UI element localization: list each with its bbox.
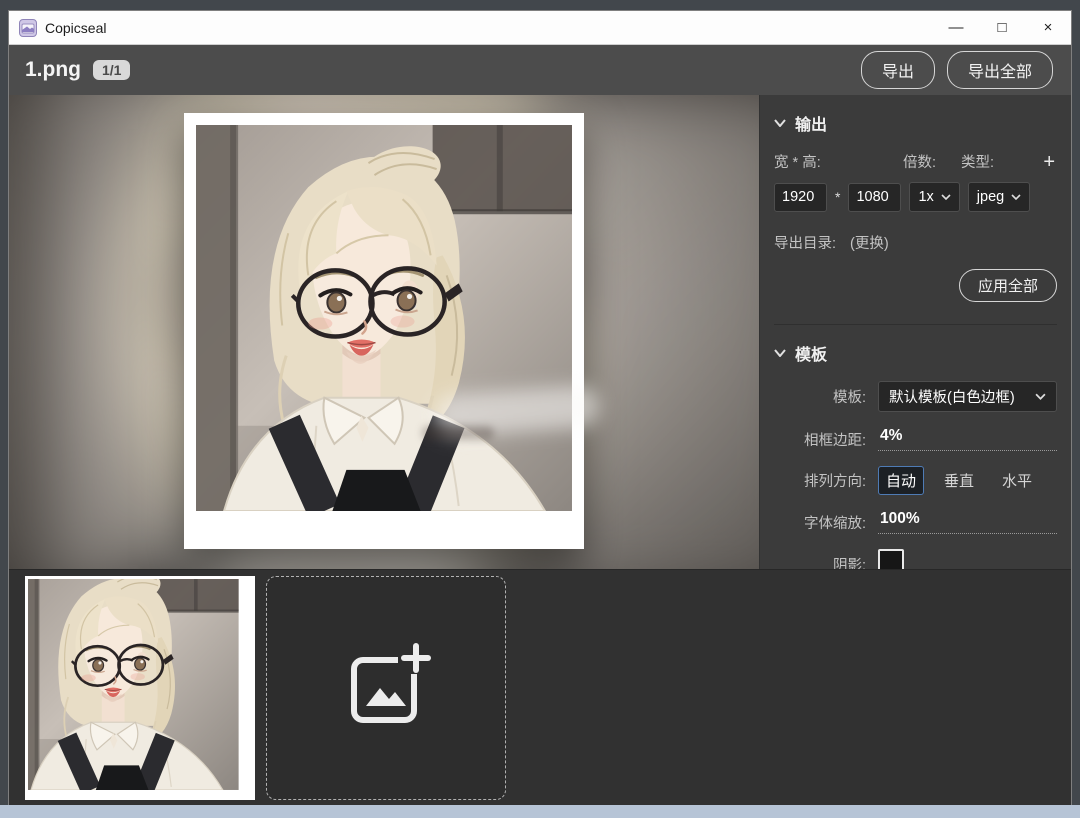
direction-option-vertical[interactable]: 垂直 bbox=[936, 466, 982, 495]
export-all-button[interactable]: 导出全部 bbox=[947, 51, 1053, 89]
thumbnail-strip bbox=[9, 569, 1071, 805]
chevron-down-icon[interactable] bbox=[774, 349, 786, 357]
shadow-label: 阴影: bbox=[774, 554, 866, 569]
window-controls: — □ × bbox=[933, 11, 1071, 44]
app-logo-icon bbox=[19, 19, 37, 37]
window-title: Copicseal bbox=[45, 20, 106, 36]
chevron-down-icon[interactable] bbox=[774, 119, 786, 127]
add-image-icon bbox=[338, 640, 434, 736]
direction-option-horizontal[interactable]: 水平 bbox=[994, 466, 1040, 495]
app-window: Copicseal — □ × 1.png 1/1 导出 导出全部 bbox=[8, 10, 1072, 806]
template-label: 模板: bbox=[774, 386, 866, 407]
settings-sidebar: 输出 宽 * 高: 倍数: 类型: + * 1x bbox=[759, 95, 1071, 569]
font-scale-value[interactable]: 100% bbox=[878, 510, 1057, 534]
dimension-label: 宽 * 高: bbox=[774, 151, 903, 172]
multiplier-select[interactable]: 1x bbox=[909, 182, 959, 212]
close-button[interactable]: × bbox=[1025, 11, 1071, 44]
add-output-icon[interactable]: + bbox=[1043, 152, 1057, 172]
output-section: 输出 宽 * 高: 倍数: 类型: + * 1x bbox=[774, 95, 1057, 324]
direction-option-auto[interactable]: 自动 bbox=[878, 466, 924, 495]
maximize-button[interactable]: □ bbox=[979, 11, 1025, 44]
desktop-edge bbox=[0, 805, 1080, 818]
framed-photo[interactable] bbox=[184, 113, 584, 549]
title-bar: Copicseal — □ × bbox=[9, 11, 1071, 45]
minimize-button[interactable]: — bbox=[933, 11, 979, 44]
height-input[interactable] bbox=[848, 183, 901, 212]
add-image-button[interactable] bbox=[266, 576, 506, 800]
filetype-select[interactable]: jpeg bbox=[968, 182, 1030, 212]
output-section-title: 输出 bbox=[795, 111, 827, 135]
direction-label: 排列方向: bbox=[774, 470, 866, 491]
change-dir-link[interactable]: (更换) bbox=[850, 232, 889, 253]
template-section: 模板 模板: 默认模板(白色边框) 相框边距: 4% 排列方向: 自动 bbox=[774, 324, 1057, 569]
font-scale-label: 字体缩放: bbox=[774, 512, 866, 533]
chevron-down-icon bbox=[1035, 393, 1046, 400]
thumbnail-image bbox=[28, 579, 252, 797]
shadow-color-swatch[interactable] bbox=[878, 549, 904, 569]
export-button[interactable]: 导出 bbox=[861, 51, 935, 89]
export-dir-label: 导出目录: bbox=[774, 232, 836, 253]
template-select[interactable]: 默认模板(白色边框) bbox=[878, 381, 1057, 412]
top-toolbar: 1.png 1/1 导出 导出全部 bbox=[9, 45, 1071, 95]
frame-margin-label: 相框边距: bbox=[774, 429, 866, 450]
frame-margin-value[interactable]: 4% bbox=[878, 427, 1057, 451]
type-label: 类型: bbox=[961, 151, 1043, 172]
chevron-down-icon bbox=[1011, 194, 1021, 200]
thumbnail-selected[interactable] bbox=[25, 576, 255, 800]
dimension-separator: * bbox=[835, 189, 840, 205]
chevron-down-icon bbox=[941, 194, 951, 200]
image-counter-badge: 1/1 bbox=[93, 60, 130, 80]
preview-canvas[interactable] bbox=[9, 95, 759, 569]
multiplier-label: 倍数: bbox=[903, 151, 961, 172]
watermark-smudge-text bbox=[422, 426, 494, 440]
width-input[interactable] bbox=[774, 183, 827, 212]
current-filename: 1.png bbox=[25, 58, 81, 82]
photo-preview bbox=[196, 125, 572, 511]
apply-all-button[interactable]: 应用全部 bbox=[959, 269, 1057, 302]
template-section-title: 模板 bbox=[795, 341, 827, 365]
